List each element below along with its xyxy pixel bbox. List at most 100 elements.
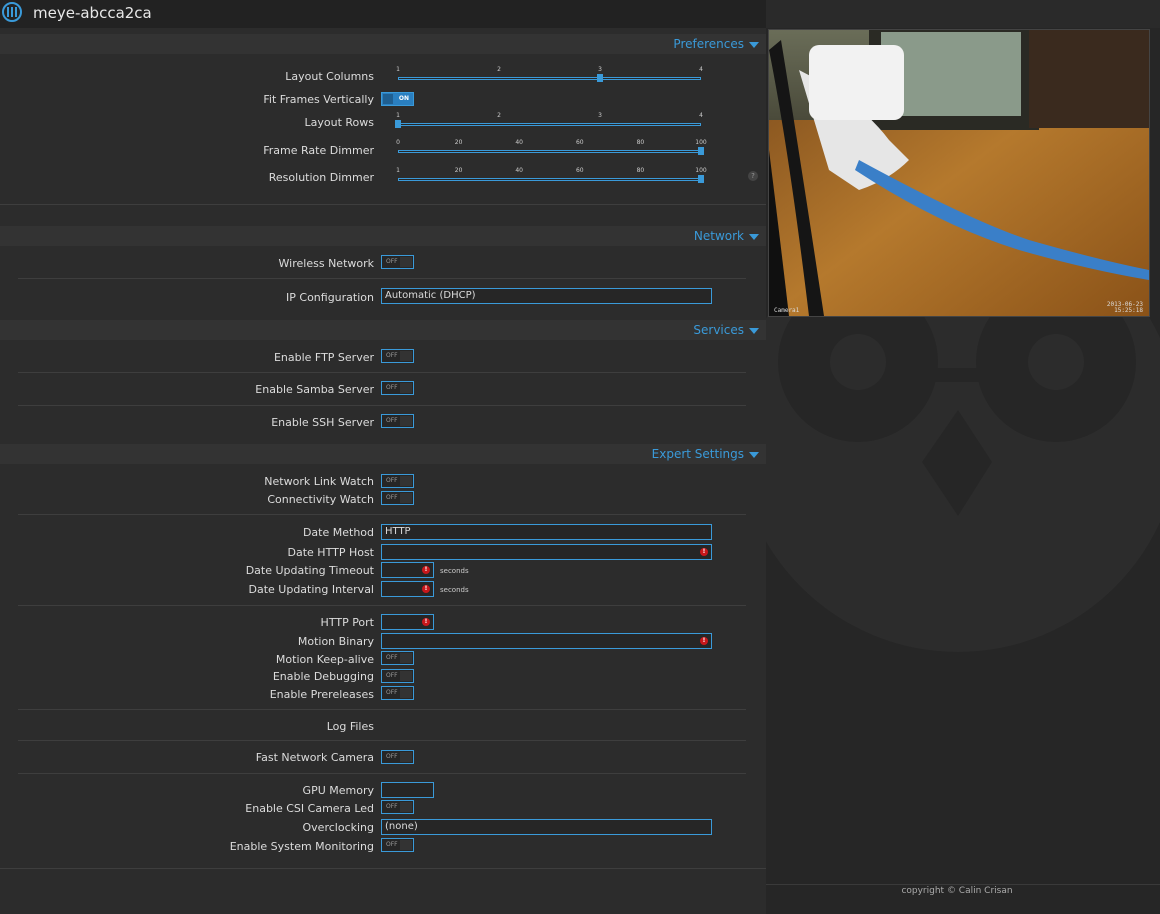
ftp-server-toggle[interactable]: OFF bbox=[381, 349, 414, 363]
connectivity-watch-toggle[interactable]: OFF bbox=[381, 491, 414, 505]
overclocking-select[interactable]: (none) bbox=[381, 819, 712, 835]
csi-camera-led-toggle[interactable]: OFF bbox=[381, 800, 414, 814]
section-preferences[interactable]: Preferences bbox=[0, 34, 766, 54]
date-method-label: Date Method bbox=[302, 526, 374, 539]
error-icon: ! bbox=[422, 618, 430, 626]
camera-timestamp-overlay: 2013-06-23 15:25:18 bbox=[1107, 302, 1143, 314]
csi-camera-led-label: Enable CSI Camera Led bbox=[245, 802, 374, 815]
gpu-memory-input[interactable] bbox=[381, 782, 434, 798]
section-title-network: Network bbox=[693, 229, 744, 243]
toggle-state: OFF bbox=[386, 477, 398, 484]
ftp-server-label: Enable FTP Server bbox=[273, 351, 374, 364]
slider-tick-label: 60 bbox=[575, 167, 584, 174]
overclocking-label: Overclocking bbox=[302, 821, 374, 834]
seconds-unit: seconds bbox=[440, 567, 469, 575]
slider-track[interactable] bbox=[398, 178, 701, 181]
slider-tick-label: 0 bbox=[396, 139, 400, 146]
system-monitoring-toggle[interactable]: OFF bbox=[381, 838, 414, 852]
date-http-host-label: Date HTTP Host bbox=[287, 546, 374, 559]
slider-track[interactable] bbox=[398, 150, 701, 153]
divider bbox=[18, 405, 746, 406]
seconds-unit: seconds bbox=[440, 586, 469, 594]
chevron-down-icon bbox=[749, 452, 759, 458]
ip-configuration-select[interactable]: Automatic (DHCP) bbox=[381, 288, 712, 304]
error-icon: ! bbox=[700, 548, 708, 556]
slider-tick-label: 80 bbox=[636, 139, 645, 146]
slider-tick-label: 3 bbox=[598, 66, 602, 73]
date-method-select[interactable]: HTTP bbox=[381, 524, 712, 540]
ssh-server-label: Enable SSH Server bbox=[271, 416, 374, 429]
slider-handle[interactable] bbox=[698, 175, 704, 183]
date-timeout-label: Date Updating Timeout bbox=[245, 564, 374, 577]
slider-tick-label: 4 bbox=[699, 112, 703, 119]
camera-name-overlay: Camera1 bbox=[774, 307, 800, 314]
layout-rows-slider[interactable]: 1 2 3 4 bbox=[395, 112, 703, 130]
slider-handle[interactable] bbox=[597, 74, 603, 82]
resolution-dimmer-slider[interactable]: 1 20 40 60 80 100 bbox=[396, 167, 707, 185]
fit-frames-toggle[interactable]: ON bbox=[381, 92, 414, 106]
page-title: meye-abcca2ca bbox=[33, 4, 152, 22]
connectivity-watch-label: Connectivity Watch bbox=[267, 493, 374, 506]
slider-handle[interactable] bbox=[395, 120, 401, 128]
divider bbox=[0, 868, 766, 869]
http-port-input[interactable]: ! bbox=[381, 614, 434, 630]
frame-rate-dimmer-slider[interactable]: 0 20 40 60 80 100 bbox=[396, 139, 707, 157]
slider-handle[interactable] bbox=[698, 147, 704, 155]
slider-tick-label: 2 bbox=[497, 66, 501, 73]
wireless-network-label: Wireless Network bbox=[278, 257, 374, 270]
chevron-down-icon bbox=[749, 328, 759, 334]
section-expert-settings[interactable]: Expert Settings bbox=[0, 444, 766, 464]
toggle-state: OFF bbox=[386, 654, 398, 661]
section-services[interactable]: Services bbox=[0, 320, 766, 340]
date-timeout-input[interactable]: ! bbox=[381, 562, 434, 578]
toggle-state: OFF bbox=[386, 672, 398, 679]
slider-tick-label: 1 bbox=[396, 167, 400, 174]
fast-network-camera-toggle[interactable]: OFF bbox=[381, 750, 414, 764]
toggle-state: OFF bbox=[386, 841, 398, 848]
footer-divider bbox=[766, 884, 1160, 885]
settings-panel: Preferences Layout Columns 1 2 3 4 Fit Fram… bbox=[0, 28, 766, 914]
divider bbox=[0, 204, 766, 205]
layout-columns-label: Layout Columns bbox=[285, 70, 374, 83]
layout-columns-slider[interactable]: 1 2 3 4 bbox=[396, 66, 703, 84]
date-http-host-input[interactable]: ! bbox=[381, 544, 712, 560]
section-network[interactable]: Network bbox=[0, 226, 766, 246]
slider-tick-label: 2 bbox=[497, 112, 501, 119]
date-interval-label: Date Updating Interval bbox=[248, 583, 375, 596]
prereleases-toggle[interactable]: OFF bbox=[381, 686, 414, 700]
main-menu-button[interactable] bbox=[2, 2, 22, 22]
section-title-preferences: Preferences bbox=[673, 37, 744, 51]
toggle-state: OFF bbox=[386, 258, 398, 265]
samba-server-label: Enable Samba Server bbox=[255, 383, 374, 396]
slider-tick-label: 100 bbox=[695, 139, 707, 146]
wireless-network-toggle[interactable]: OFF bbox=[381, 255, 414, 269]
motion-keep-alive-toggle[interactable]: OFF bbox=[381, 651, 414, 665]
error-icon: ! bbox=[700, 637, 708, 645]
toggle-state: OFF bbox=[386, 352, 398, 359]
network-link-watch-toggle[interactable]: OFF bbox=[381, 474, 414, 488]
divider bbox=[18, 709, 746, 710]
layout-rows-label: Layout Rows bbox=[304, 116, 375, 129]
slider-tick-label: 1 bbox=[396, 112, 400, 119]
slider-track[interactable] bbox=[398, 77, 701, 80]
ssh-server-toggle[interactable]: OFF bbox=[381, 414, 414, 428]
section-title-services: Services bbox=[693, 323, 744, 337]
divider bbox=[18, 605, 746, 606]
slider-tick-label: 100 bbox=[695, 167, 707, 174]
error-icon: ! bbox=[422, 585, 430, 593]
samba-server-toggle[interactable]: OFF bbox=[381, 381, 414, 395]
help-icon[interactable]: ? bbox=[748, 171, 758, 181]
motion-binary-input[interactable]: ! bbox=[381, 633, 712, 649]
toggle-state: OFF bbox=[386, 417, 398, 424]
slider-tick-label: 4 bbox=[699, 66, 703, 73]
camera-frame[interactable]: Camera1 2013-06-23 15:25:18 bbox=[768, 29, 1150, 317]
http-port-label: HTTP Port bbox=[320, 616, 374, 629]
camera-panel: Camera1 2013-06-23 15:25:18 copyright © … bbox=[766, 0, 1160, 914]
debugging-toggle[interactable]: OFF bbox=[381, 669, 414, 683]
slider-track[interactable] bbox=[398, 123, 701, 126]
slider-tick-label: 1 bbox=[396, 66, 400, 73]
slider-tick-label: 40 bbox=[515, 167, 524, 174]
log-files-label: Log Files bbox=[326, 720, 374, 733]
prereleases-label: Enable Prereleases bbox=[269, 688, 374, 701]
date-interval-input[interactable]: ! bbox=[381, 581, 434, 597]
